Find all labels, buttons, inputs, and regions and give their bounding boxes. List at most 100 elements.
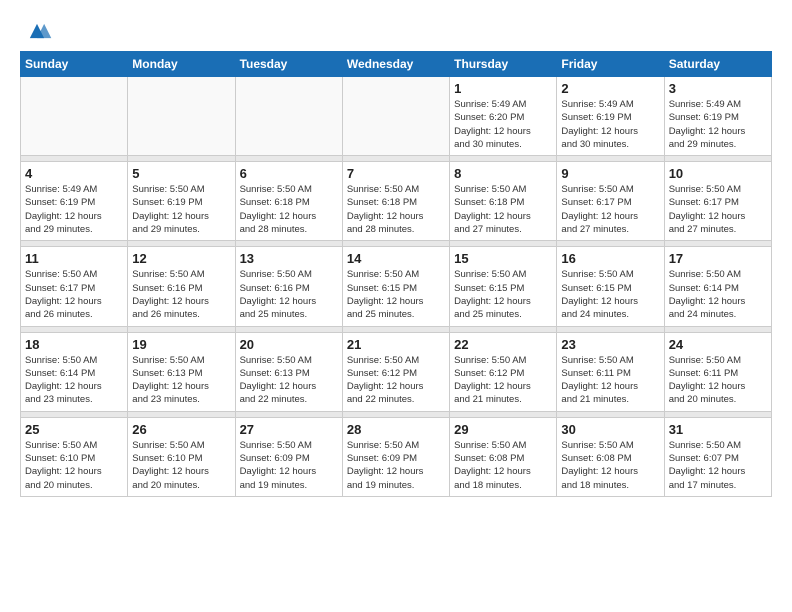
calendar-week-3: 11 Sunrise: 5:50 AM Sunset: 6:17 PM Dayli… xyxy=(21,247,772,326)
calendar-cell: 23 Sunrise: 5:50 AM Sunset: 6:11 PM Dayli… xyxy=(557,332,664,411)
day-number: 14 xyxy=(347,251,445,266)
day-info: Sunrise: 5:50 AM Sunset: 6:18 PM Dayligh… xyxy=(347,183,445,236)
weekday-header-sunday: Sunday xyxy=(21,52,128,77)
day-number: 31 xyxy=(669,422,767,437)
calendar-cell: 24 Sunrise: 5:50 AM Sunset: 6:11 PM Dayli… xyxy=(664,332,771,411)
day-number: 25 xyxy=(25,422,123,437)
day-number: 1 xyxy=(454,81,552,96)
calendar-cell: 15 Sunrise: 5:50 AM Sunset: 6:15 PM Dayli… xyxy=(450,247,557,326)
day-number: 23 xyxy=(561,337,659,352)
weekday-header-friday: Friday xyxy=(557,52,664,77)
calendar-cell: 17 Sunrise: 5:50 AM Sunset: 6:14 PM Dayli… xyxy=(664,247,771,326)
day-info: Sunrise: 5:50 AM Sunset: 6:14 PM Dayligh… xyxy=(25,354,123,407)
day-number: 5 xyxy=(132,166,230,181)
day-number: 2 xyxy=(561,81,659,96)
calendar-week-5: 25 Sunrise: 5:50 AM Sunset: 6:10 PM Dayli… xyxy=(21,417,772,496)
day-number: 26 xyxy=(132,422,230,437)
day-number: 27 xyxy=(240,422,338,437)
calendar-cell: 11 Sunrise: 5:50 AM Sunset: 6:17 PM Dayli… xyxy=(21,247,128,326)
calendar-cell: 4Sunrise: 5:49 AM Sunset: 6:19 PM Daylig… xyxy=(21,162,128,241)
day-info: Sunrise: 5:50 AM Sunset: 6:09 PM Dayligh… xyxy=(347,439,445,492)
day-info: Sunrise: 5:50 AM Sunset: 6:17 PM Dayligh… xyxy=(669,183,767,236)
day-info: Sunrise: 5:50 AM Sunset: 6:10 PM Dayligh… xyxy=(132,439,230,492)
day-number: 22 xyxy=(454,337,552,352)
calendar-cell xyxy=(342,77,449,156)
calendar-cell: 13 Sunrise: 5:50 AM Sunset: 6:16 PM Dayli… xyxy=(235,247,342,326)
day-info: Sunrise: 5:50 AM Sunset: 6:07 PM Dayligh… xyxy=(669,439,767,492)
calendar-table: SundayMondayTuesdayWednesdayThursdayFrid… xyxy=(20,51,772,497)
calendar-cell: 14 Sunrise: 5:50 AM Sunset: 6:15 PM Dayli… xyxy=(342,247,449,326)
day-info: Sunrise: 5:49 AM Sunset: 6:19 PM Dayligh… xyxy=(669,98,767,151)
day-number: 19 xyxy=(132,337,230,352)
day-info: Sunrise: 5:50 AM Sunset: 6:08 PM Dayligh… xyxy=(561,439,659,492)
day-info: Sunrise: 5:49 AM Sunset: 6:19 PM Dayligh… xyxy=(25,183,123,236)
calendar-cell: 26 Sunrise: 5:50 AM Sunset: 6:10 PM Dayli… xyxy=(128,417,235,496)
day-info: Sunrise: 5:50 AM Sunset: 6:08 PM Dayligh… xyxy=(454,439,552,492)
page-header xyxy=(20,20,772,41)
day-number: 29 xyxy=(454,422,552,437)
calendar-cell: 20Sunrise: 5:50 AM Sunset: 6:13 PM Dayli… xyxy=(235,332,342,411)
calendar-cell: 22 Sunrise: 5:50 AM Sunset: 6:12 PM Dayli… xyxy=(450,332,557,411)
calendar-cell xyxy=(235,77,342,156)
day-info: Sunrise: 5:50 AM Sunset: 6:19 PM Dayligh… xyxy=(132,183,230,236)
calendar-cell: 10 Sunrise: 5:50 AM Sunset: 6:17 PM Dayli… xyxy=(664,162,771,241)
calendar-cell: 2 Sunrise: 5:49 AM Sunset: 6:19 PM Daylig… xyxy=(557,77,664,156)
day-number: 6 xyxy=(240,166,338,181)
day-info: Sunrise: 5:49 AM Sunset: 6:19 PM Dayligh… xyxy=(561,98,659,151)
calendar-cell: 3 Sunrise: 5:49 AM Sunset: 6:19 PM Daylig… xyxy=(664,77,771,156)
day-info: Sunrise: 5:50 AM Sunset: 6:11 PM Dayligh… xyxy=(669,354,767,407)
weekday-header-thursday: Thursday xyxy=(450,52,557,77)
day-number: 9 xyxy=(561,166,659,181)
calendar-cell: 31 Sunrise: 5:50 AM Sunset: 6:07 PM Dayli… xyxy=(664,417,771,496)
day-info: Sunrise: 5:50 AM Sunset: 6:11 PM Dayligh… xyxy=(561,354,659,407)
calendar-cell: 1 Sunrise: 5:49 AM Sunset: 6:20 PM Daylig… xyxy=(450,77,557,156)
calendar-cell: 6 Sunrise: 5:50 AM Sunset: 6:18 PM Daylig… xyxy=(235,162,342,241)
calendar-cell: 28 Sunrise: 5:50 AM Sunset: 6:09 PM Dayli… xyxy=(342,417,449,496)
day-number: 13 xyxy=(240,251,338,266)
calendar-cell: 27 Sunrise: 5:50 AM Sunset: 6:09 PM Dayli… xyxy=(235,417,342,496)
calendar-cell: 18 Sunrise: 5:50 AM Sunset: 6:14 PM Dayli… xyxy=(21,332,128,411)
calendar-cell: 5 Sunrise: 5:50 AM Sunset: 6:19 PM Daylig… xyxy=(128,162,235,241)
day-number: 12 xyxy=(132,251,230,266)
day-info: Sunrise: 5:50 AM Sunset: 6:12 PM Dayligh… xyxy=(347,354,445,407)
calendar-cell: 25 Sunrise: 5:50 AM Sunset: 6:10 PM Dayli… xyxy=(21,417,128,496)
weekday-header-tuesday: Tuesday xyxy=(235,52,342,77)
day-number: 17 xyxy=(669,251,767,266)
day-info: Sunrise: 5:50 AM Sunset: 6:16 PM Dayligh… xyxy=(240,268,338,321)
day-info: Sunrise: 5:50 AM Sunset: 6:14 PM Dayligh… xyxy=(669,268,767,321)
calendar-cell: 9Sunrise: 5:50 AM Sunset: 6:17 PM Daylig… xyxy=(557,162,664,241)
day-number: 18 xyxy=(25,337,123,352)
day-number: 15 xyxy=(454,251,552,266)
day-number: 24 xyxy=(669,337,767,352)
day-info: Sunrise: 5:50 AM Sunset: 6:13 PM Dayligh… xyxy=(132,354,230,407)
day-number: 28 xyxy=(347,422,445,437)
day-info: Sunrise: 5:50 AM Sunset: 6:16 PM Dayligh… xyxy=(132,268,230,321)
day-info: Sunrise: 5:49 AM Sunset: 6:20 PM Dayligh… xyxy=(454,98,552,151)
day-info: Sunrise: 5:50 AM Sunset: 6:15 PM Dayligh… xyxy=(347,268,445,321)
day-number: 8 xyxy=(454,166,552,181)
weekday-header-monday: Monday xyxy=(128,52,235,77)
calendar-cell: 21Sunrise: 5:50 AM Sunset: 6:12 PM Dayli… xyxy=(342,332,449,411)
calendar-cell: 8 Sunrise: 5:50 AM Sunset: 6:18 PM Daylig… xyxy=(450,162,557,241)
weekday-header-wednesday: Wednesday xyxy=(342,52,449,77)
weekday-header-row: SundayMondayTuesdayWednesdayThursdayFrid… xyxy=(21,52,772,77)
day-info: Sunrise: 5:50 AM Sunset: 6:15 PM Dayligh… xyxy=(454,268,552,321)
day-number: 3 xyxy=(669,81,767,96)
day-info: Sunrise: 5:50 AM Sunset: 6:18 PM Dayligh… xyxy=(240,183,338,236)
day-info: Sunrise: 5:50 AM Sunset: 6:17 PM Dayligh… xyxy=(25,268,123,321)
day-info: Sunrise: 5:50 AM Sunset: 6:10 PM Dayligh… xyxy=(25,439,123,492)
calendar-week-1: 1 Sunrise: 5:49 AM Sunset: 6:20 PM Daylig… xyxy=(21,77,772,156)
calendar-cell: 12 Sunrise: 5:50 AM Sunset: 6:16 PM Dayli… xyxy=(128,247,235,326)
calendar-cell: 30 Sunrise: 5:50 AM Sunset: 6:08 PM Dayli… xyxy=(557,417,664,496)
logo[interactable] xyxy=(20,20,56,41)
day-info: Sunrise: 5:50 AM Sunset: 6:12 PM Dayligh… xyxy=(454,354,552,407)
day-info: Sunrise: 5:50 AM Sunset: 6:09 PM Dayligh… xyxy=(240,439,338,492)
weekday-header-saturday: Saturday xyxy=(664,52,771,77)
day-number: 16 xyxy=(561,251,659,266)
day-info: Sunrise: 5:50 AM Sunset: 6:18 PM Dayligh… xyxy=(454,183,552,236)
calendar-cell: 19 Sunrise: 5:50 AM Sunset: 6:13 PM Dayli… xyxy=(128,332,235,411)
calendar-cell: 7Sunrise: 5:50 AM Sunset: 6:18 PM Daylig… xyxy=(342,162,449,241)
day-number: 10 xyxy=(669,166,767,181)
day-number: 11 xyxy=(25,251,123,266)
day-number: 30 xyxy=(561,422,659,437)
